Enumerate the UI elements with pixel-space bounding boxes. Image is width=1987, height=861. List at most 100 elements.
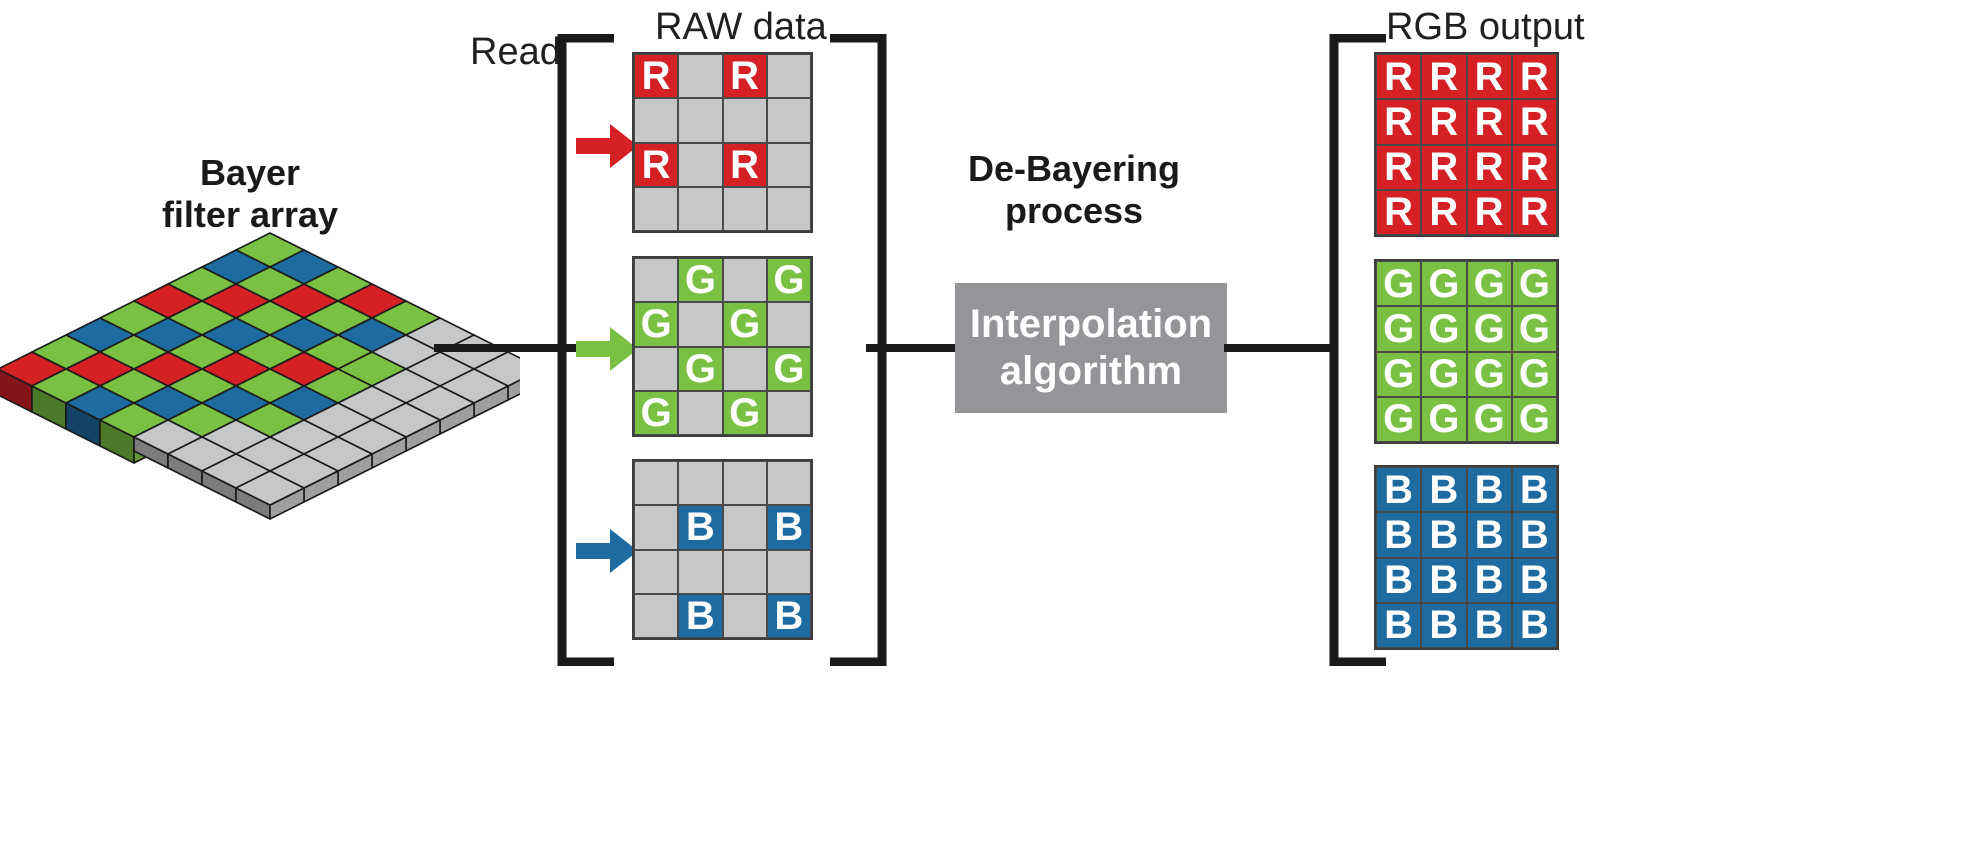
- raw-green-grid-cell-r3c0: G: [634, 390, 679, 435]
- raw-green-grid-cell-r1c3: [766, 302, 811, 347]
- raw-red-grid-cell-r2c2: R: [722, 142, 767, 187]
- output-green-grid-cell-r2c1: G: [1421, 351, 1467, 397]
- output-blue-grid-cell-r2c2: B: [1466, 557, 1512, 603]
- output-green-grid-cell-r2c0: G: [1376, 351, 1422, 397]
- output-red-grid-cell-r2c2: R: [1466, 144, 1512, 190]
- raw-blue-grid-cell-r0c0: [634, 461, 679, 506]
- output-green-grid-cell-r3c1: G: [1421, 396, 1467, 442]
- output-red-grid-cell-r0c2: R: [1466, 54, 1512, 100]
- raw-red-grid-cell-r1c3: [766, 98, 811, 143]
- raw-red-grid-cell-r0c3: [766, 54, 811, 99]
- raw-red-grid: RRRR: [632, 52, 813, 233]
- output-green-grid-cell-r0c3: G: [1511, 261, 1557, 307]
- raw-data-title: RAW data: [655, 6, 827, 48]
- raw-red-grid-cell-r1c0: [634, 98, 679, 143]
- raw-blue-grid-cell-r1c2: [722, 505, 767, 550]
- output-red-grid-cell-r3c2: R: [1466, 189, 1512, 235]
- output-blue-grid-cell-r1c3: B: [1511, 512, 1557, 558]
- raw-green-grid-cell-r0c2: [722, 258, 767, 303]
- raw-green-grid-cell-r0c3: G: [766, 258, 811, 303]
- raw-green-grid-cell-r1c0: G: [634, 302, 679, 347]
- raw-red-grid-cell-r0c2: R: [722, 54, 767, 99]
- raw-blue-grid-cell-r3c3: B: [766, 593, 811, 638]
- output-red-grid-cell-r1c2: R: [1466, 99, 1512, 145]
- output-red-grid-cell-r1c0: R: [1376, 99, 1422, 145]
- output-red-grid-cell-r2c3: R: [1511, 144, 1557, 190]
- raw-blue-grid-cell-r1c1: B: [678, 505, 723, 550]
- output-green-grid-cell-r2c2: G: [1466, 351, 1512, 397]
- red-channel-arrow: [576, 124, 638, 168]
- output-red-grid-cell-r0c1: R: [1421, 54, 1467, 100]
- raw-blue-grid-cell-r2c3: [766, 549, 811, 594]
- rgb-output-title: RGB output: [1386, 6, 1585, 48]
- raw-red-grid-cell-r3c3: [766, 186, 811, 231]
- raw-blue-grid-cell-r0c3: [766, 461, 811, 506]
- output-blue-grid-cell-r1c1: B: [1421, 512, 1467, 558]
- raw-green-grid: GGGGGGGG: [632, 256, 813, 437]
- output-green-grid-cell-r3c2: G: [1466, 396, 1512, 442]
- raw-blue-grid-cell-r2c0: [634, 549, 679, 594]
- raw-red-grid-cell-r3c2: [722, 186, 767, 231]
- output-green-grid-cell-r0c2: G: [1466, 261, 1512, 307]
- output-red-grid-cell-r2c0: R: [1376, 144, 1422, 190]
- raw-blue-grid-cell-r1c3: B: [766, 505, 811, 550]
- output-red-grid-cell-r1c1: R: [1421, 99, 1467, 145]
- raw-red-grid-cell-r0c1: [678, 54, 723, 99]
- raw-red-grid-cell-r3c1: [678, 186, 723, 231]
- output-blue-grid-cell-r0c2: B: [1466, 467, 1512, 513]
- raw-green-grid-cell-r0c1: G: [678, 258, 723, 303]
- output-blue-grid-cell-r3c0: B: [1376, 602, 1422, 648]
- raw-green-grid-cell-r1c2: G: [722, 302, 767, 347]
- raw-green-grid-cell-r3c1: [678, 390, 723, 435]
- raw-blue-grid: BBBB: [632, 459, 813, 640]
- raw-red-grid-cell-r2c1: [678, 142, 723, 187]
- output-green-grid-cell-r0c1: G: [1421, 261, 1467, 307]
- raw-red-grid-cell-r3c0: [634, 186, 679, 231]
- output-blue-grid-cell-r2c0: B: [1376, 557, 1422, 603]
- raw-red-grid-cell-r2c3: [766, 142, 811, 187]
- output-green-grid-cell-r1c1: G: [1421, 306, 1467, 352]
- raw-blue-grid-cell-r0c2: [722, 461, 767, 506]
- output-blue-grid-cell-r3c3: B: [1511, 602, 1557, 648]
- output-green-grid: GGGGGGGGGGGGGGGG: [1374, 259, 1559, 444]
- raw-green-grid-cell-r1c1: [678, 302, 723, 347]
- raw-blue-grid-cell-r2c1: [678, 549, 723, 594]
- connector-line-process-to-output: [1224, 344, 1336, 352]
- raw-green-grid-cell-r2c1: G: [678, 346, 723, 391]
- raw-red-grid-cell-r1c2: [722, 98, 767, 143]
- connector-line-raw-to-process: [866, 344, 962, 352]
- raw-blue-grid-cell-r1c0: [634, 505, 679, 550]
- output-green-grid-cell-r1c3: G: [1511, 306, 1557, 352]
- output-blue-grid: BBBBBBBBBBBBBBBB: [1374, 465, 1559, 650]
- output-red-grid-cell-r0c0: R: [1376, 54, 1422, 100]
- raw-blue-grid-cell-r3c2: [722, 593, 767, 638]
- output-green-grid-cell-r0c0: G: [1376, 261, 1422, 307]
- green-channel-arrow: [576, 327, 638, 371]
- blue-channel-arrow: [576, 529, 638, 573]
- output-blue-grid-cell-r2c1: B: [1421, 557, 1467, 603]
- output-red-grid: RRRRRRRRRRRRRRRR: [1374, 52, 1559, 237]
- raw-green-grid-cell-r3c3: [766, 390, 811, 435]
- raw-green-grid-cell-r2c0: [634, 346, 679, 391]
- output-red-grid-cell-r3c0: R: [1376, 189, 1422, 235]
- output-green-grid-cell-r1c2: G: [1466, 306, 1512, 352]
- output-red-grid-cell-r3c1: R: [1421, 189, 1467, 235]
- raw-green-grid-cell-r2c2: [722, 346, 767, 391]
- raw-red-grid-cell-r0c0: R: [634, 54, 679, 99]
- raw-blue-grid-cell-r3c1: B: [678, 593, 723, 638]
- output-blue-grid-cell-r3c2: B: [1466, 602, 1512, 648]
- output-red-grid-cell-r2c1: R: [1421, 144, 1467, 190]
- raw-green-grid-cell-r3c2: G: [722, 390, 767, 435]
- raw-red-grid-cell-r1c1: [678, 98, 723, 143]
- de-bayering-process-title: De-Bayering process: [967, 148, 1181, 231]
- output-blue-grid-cell-r1c2: B: [1466, 512, 1512, 558]
- output-blue-grid-cell-r0c1: B: [1421, 467, 1467, 513]
- output-green-grid-cell-r1c0: G: [1376, 306, 1422, 352]
- output-blue-grid-cell-r0c0: B: [1376, 467, 1422, 513]
- output-red-grid-cell-r3c3: R: [1511, 189, 1557, 235]
- output-red-grid-cell-r0c3: R: [1511, 54, 1557, 100]
- raw-blue-grid-cell-r0c1: [678, 461, 723, 506]
- raw-green-grid-cell-r2c3: G: [766, 346, 811, 391]
- output-blue-grid-cell-r1c0: B: [1376, 512, 1422, 558]
- output-green-grid-cell-r3c3: G: [1511, 396, 1557, 442]
